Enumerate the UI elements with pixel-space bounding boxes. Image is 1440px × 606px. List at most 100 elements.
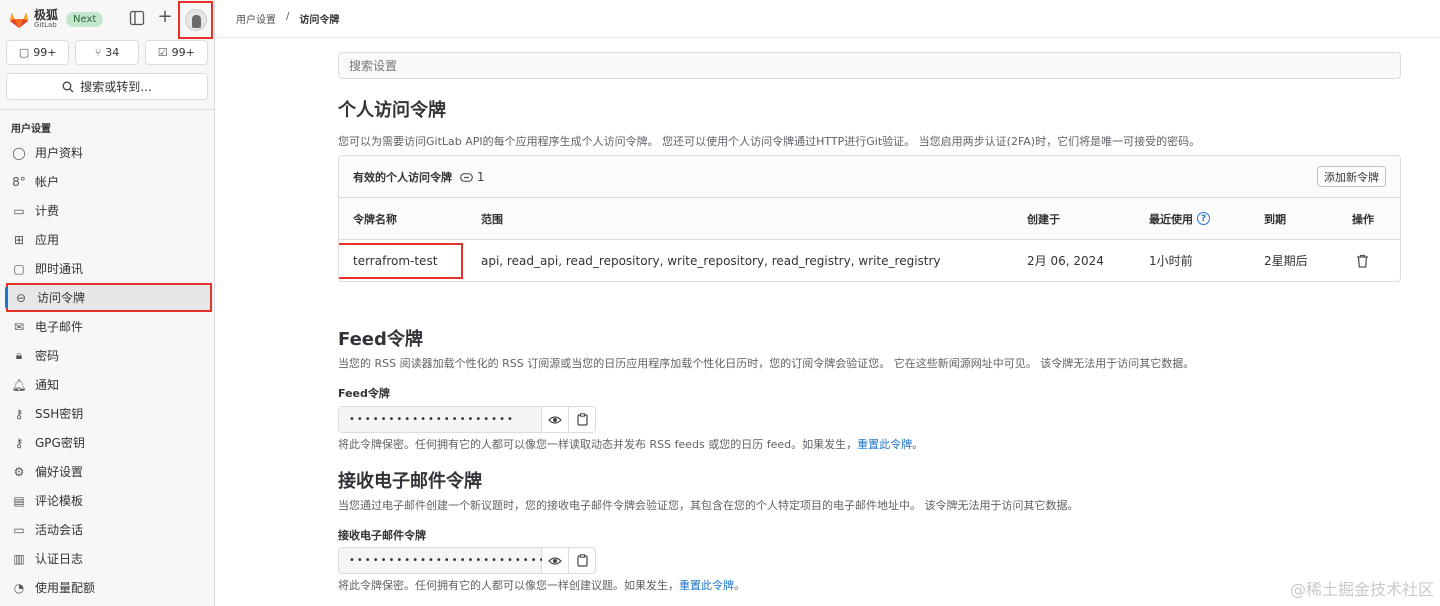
sidebar-item-applications[interactable]: ⊞ 应用 [0,225,214,254]
eye-icon [548,556,562,565]
sidebar-item-auth-log[interactable]: ▥ 认证日志 [0,544,214,573]
sidebar-item-label: 通知 [35,378,60,392]
chat-icon: ▢ [13,261,25,276]
reset-feed-token-link[interactable]: 重置此令牌 [857,438,912,451]
token-expires: 2星期后 [1264,254,1308,268]
column-header-last-used[interactable]: 最近使用 ? [1149,198,1210,239]
reveal-incoming-email-token-button[interactable] [542,547,569,574]
column-header-created[interactable]: 创建于 [1027,198,1060,239]
last-used-label: 最近使用 [1149,212,1193,226]
sidebar-item-label: 使用量配额 [35,581,96,595]
billing-icon: ▭ [13,203,25,218]
help-icon[interactable]: ? [1197,212,1210,225]
sidebar-item-gpg-keys[interactable]: ⚷ GPG密钥 [0,428,214,457]
active-tokens-title: 有效的个人访问令牌 [353,170,452,184]
copy-feed-token-button[interactable] [569,406,596,433]
sidebar-item-notifications[interactable]: 🔔︎ 通知 [0,370,214,399]
feed-token-description: 当您的 RSS 阅读器加载个性化的 RSS 订阅源或当您的日历应用程序加载个性化… [338,357,1195,370]
search-label: 搜索或转到... [80,80,152,94]
merge-request-icon: ⑂ [94,46,102,59]
issues-counter[interactable]: ▢ 99+ [6,40,70,65]
breadcrumb-current[interactable]: 访问令牌 [299,11,339,26]
log-icon: ▥ [13,551,25,566]
feed-token-help-text: 将此令牌保密。任何拥有它的人都可以像您一样读取动态并发布 RSS feeds 或… [338,438,858,451]
account-icon: 8° [12,174,26,189]
incoming-email-token-label: 接收电子邮件令牌 [338,529,426,542]
sidebar: 极狐 GitLab Next + ▢ 99+ ⑂ 34 ☑ 99+ 搜索或转到.… [0,0,215,606]
sidebar-item-billing[interactable]: ▭ 计费 [0,196,214,225]
column-header-name[interactable]: 令牌名称 [353,198,397,239]
sidebar-toggle-icon[interactable] [128,9,146,27]
brand-name[interactable]: 极狐 GitLab [34,9,58,29]
breadcrumb-parent[interactable]: 用户设置 [236,11,276,26]
sidebar-item-label: GPG密钥 [35,436,85,450]
token-name: terrafrom-test [353,254,438,268]
gitlab-fox-logo[interactable] [8,9,30,29]
sidebar-item-active-sessions[interactable]: ▭ 活动会话 [0,515,214,544]
token-count: 1 [476,169,485,184]
sidebar-item-ssh-keys[interactable]: ⚷ SSH密钥 [0,399,214,428]
settings-nav: ◯ 用户资料 8° 帐户 ▭ 计费 ⊞ 应用 ▢ 即时通讯 ⊖ 访问令牌 ✉ 电子邮件 🔒︎ 密… [0,138,214,602]
search-or-goto-button[interactable]: 搜索或转到... [6,73,208,100]
sidebar-item-profile[interactable]: ◯ 用户资料 [0,138,214,167]
token-last-used: 1小时前 [1149,254,1193,268]
incoming-email-token-description: 当您通过电子邮件创建一个新议题时，您的接收电子邮件令牌会验证您，其包含在您的个人… [338,499,1079,512]
sidebar-section-title: 用户设置 [11,124,51,135]
copy-incoming-email-token-button[interactable] [569,547,596,574]
sidebar-item-label: 评论模板 [35,494,84,508]
comment-icon: ▤ [13,493,25,508]
issues-icon: ▢ [18,46,30,59]
quota-icon: ◔ [13,580,25,595]
add-new-token-button[interactable]: 添加新令牌 [1317,166,1386,187]
feed-token-input[interactable]: ••••••••••••••••••••• [338,406,542,433]
sidebar-item-account[interactable]: 8° 帐户 [0,167,214,196]
breadcrumb-separator: / [286,11,290,22]
sidebar-item-comment-templates[interactable]: ▤ 评论模板 [0,486,214,515]
personal-access-tokens-description: 您可以为需要访问GitLab API的每个应用程序生成个人访问令牌。 您还可以使… [338,135,1201,148]
todos-counter[interactable]: ☑ 99+ [144,40,208,65]
revoke-token-button[interactable] [1356,240,1369,281]
issues-count: 99+ [33,46,57,59]
sidebar-item-label: 即时通讯 [35,262,84,276]
sidebar-item-label: 访问令牌 [37,291,86,305]
merge-requests-count: 34 [105,46,120,59]
merge-requests-counter[interactable]: ⑂ 34 [75,40,139,65]
mail-icon: ✉ [13,319,25,334]
personal-access-tokens-title: 个人访问令牌 [338,100,446,121]
incoming-email-token-field: •••••••••••••••••••••••••• [338,547,596,574]
sidebar-item-preferences[interactable]: ⚙ 偏好设置 [0,457,214,486]
search-settings-input[interactable] [338,52,1401,79]
token-icon [460,172,473,182]
create-new-plus-icon[interactable]: + [156,8,174,27]
monitor-icon: ▭ [13,522,25,537]
sidebar-item-label: 密码 [35,349,60,363]
user-avatar-button[interactable] [178,1,213,39]
bell-icon: 🔔︎ [11,377,27,392]
trash-icon [1357,254,1368,268]
incoming-email-token-input[interactable]: •••••••••••••••••••••••••• [338,547,552,574]
reveal-feed-token-button[interactable] [542,406,569,433]
sidebar-item-emails[interactable]: ✉ 电子邮件 [0,312,214,341]
feed-token-label: Feed令牌 [338,387,390,400]
incoming-email-token-help-text: 将此令牌保密。任何拥有它的人都可以像您一样创建议题。如果发生， [338,579,679,592]
token-created: 2月 06, 2024 [1027,254,1104,268]
reset-incoming-email-token-link[interactable]: 重置此令牌 [679,579,734,592]
column-header-expires[interactable]: 到期 [1264,198,1286,239]
sidebar-item-access-tokens[interactable]: ⊖ 访问令牌 [5,283,212,312]
breadcrumb: 用户设置 / 访问令牌 [236,11,339,26]
next-badge: Next [66,11,104,27]
avatar [184,9,207,31]
eye-icon [548,415,562,424]
sidebar-item-usage-quotas[interactable]: ◔ 使用量配额 [0,573,214,602]
column-header-scope: 范围 [481,212,503,226]
preferences-icon: ⚙ [13,464,25,479]
sidebar-item-label: 计费 [35,204,60,218]
profile-icon: ◯ [12,145,26,160]
token-icon: ⊖ [15,290,27,305]
sidebar-item-password[interactable]: 🔒︎ 密码 [0,341,214,370]
watermark: @稀土掘金技术社区 [1289,580,1434,599]
token-count-badge: 1 [460,170,484,184]
sidebar-item-label: 用户资料 [35,146,84,160]
incoming-email-token-help-end: 。 [734,579,745,592]
sidebar-item-chat[interactable]: ▢ 即时通讯 [0,254,214,283]
